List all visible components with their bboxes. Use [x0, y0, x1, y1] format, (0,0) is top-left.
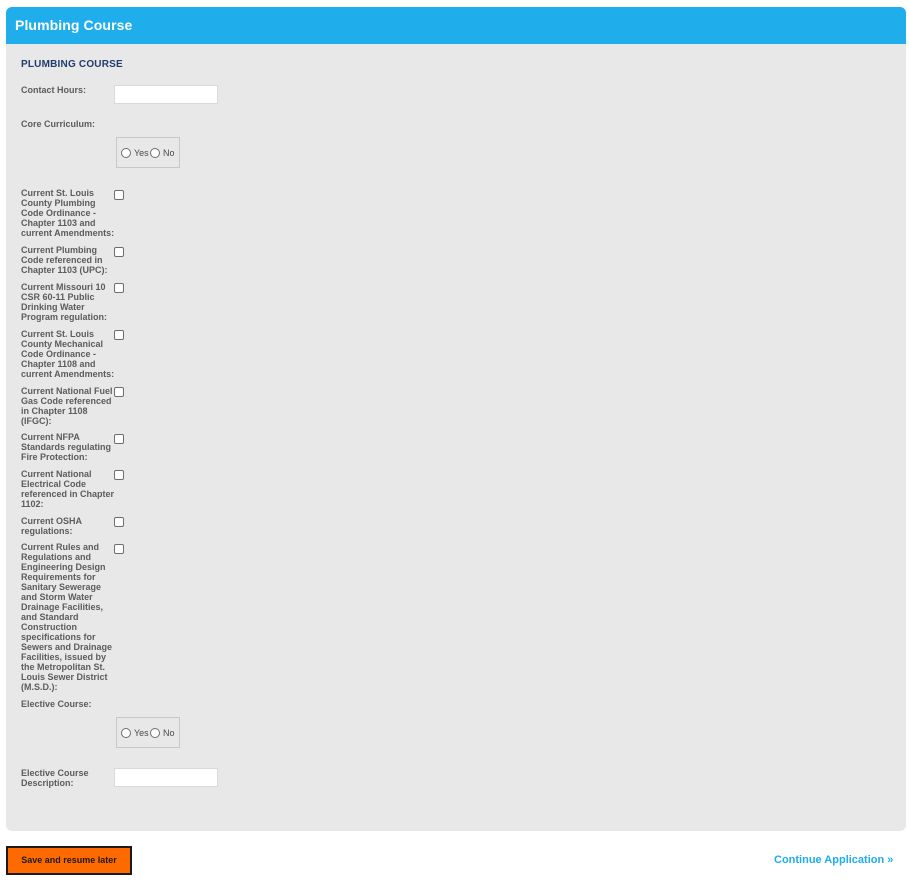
- checkbox-msd-rules[interactable]: [114, 544, 124, 554]
- core-curriculum-yes-label: Yes: [134, 148, 149, 158]
- checkbox-electrical-code[interactable]: [114, 470, 124, 480]
- checkbox-label-osha: Current OSHA regulations:: [21, 516, 82, 536]
- panel-header: Plumbing Course: [6, 7, 906, 44]
- core-curriculum-radio-group: Yes No: [116, 137, 180, 168]
- elective-course-yes-label: Yes: [134, 728, 149, 738]
- checkbox-osha[interactable]: [114, 517, 124, 527]
- checkbox-label-upc: Current Plumbing Code referenced in Chap…: [21, 245, 108, 275]
- checkbox-label-stl-mechanical-code: Current St. Louis County Mechanical Code…: [21, 329, 115, 379]
- checkbox-label-ifgc: Current National Fuel Gas Code reference…: [21, 386, 113, 426]
- elective-description-input[interactable]: [114, 768, 218, 787]
- elective-course-no-label: No: [163, 728, 175, 738]
- checkbox-stl-plumbing-code[interactable]: [114, 190, 124, 200]
- core-curriculum-yes-radio[interactable]: [121, 148, 131, 158]
- elective-course-radio-group: Yes No: [116, 717, 180, 748]
- checkbox-label-msd-rules: Current Rules and Regulations and Engine…: [21, 542, 113, 692]
- checkbox-missouri-drinking-water[interactable]: [114, 283, 124, 293]
- checkbox-stl-mechanical-code[interactable]: [114, 330, 124, 340]
- contact-hours-label: Contact Hours:: [21, 85, 86, 95]
- save-and-resume-button[interactable]: Save and resume later: [6, 846, 132, 875]
- section-title: PLUMBING COURSE: [21, 59, 123, 70]
- checkbox-label-nfpa: Current NFPA Standards regulating Fire P…: [21, 432, 112, 462]
- plumbing-course-panel: Plumbing Course PLUMBING COURSE Contact …: [6, 7, 906, 831]
- checkbox-label-missouri-drinking-water: Current Missouri 10 CSR 60-11 Public Dri…: [21, 282, 108, 322]
- core-curriculum-no-radio[interactable]: [150, 148, 160, 158]
- checkbox-nfpa[interactable]: [114, 434, 124, 444]
- elective-course-no-radio[interactable]: [150, 728, 160, 738]
- checkbox-label-stl-plumbing-code: Current St. Louis County Plumbing Code O…: [21, 188, 115, 238]
- checkbox-ifgc[interactable]: [114, 387, 124, 397]
- contact-hours-input[interactable]: [114, 85, 218, 104]
- checkbox-upc[interactable]: [114, 247, 124, 257]
- checkbox-label-electrical-code: Current National Electrical Code referen…: [21, 469, 115, 509]
- elective-description-label: Elective Course Description:: [21, 768, 89, 788]
- continue-application-link[interactable]: Continue Application »: [774, 854, 893, 866]
- elective-course-yes-radio[interactable]: [121, 728, 131, 738]
- elective-course-label: Elective Course:: [21, 699, 92, 709]
- core-curriculum-no-label: No: [163, 148, 175, 158]
- core-curriculum-label: Core Curriculum:: [21, 119, 96, 129]
